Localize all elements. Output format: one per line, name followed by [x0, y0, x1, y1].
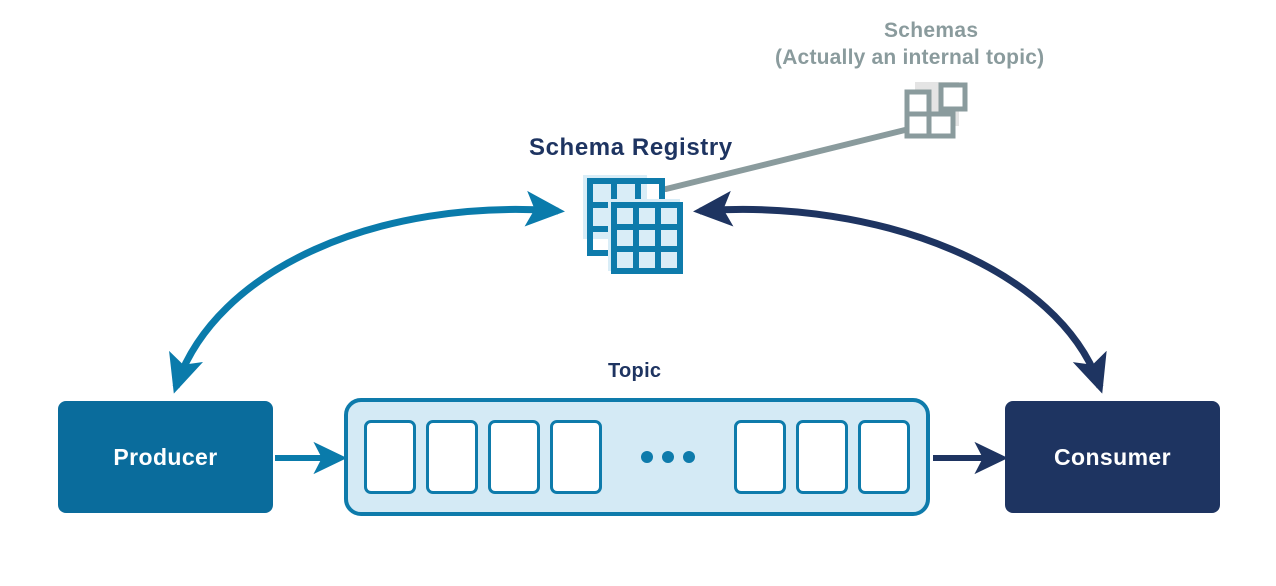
ellipsis-dot — [662, 451, 674, 463]
topic-partitions-left — [364, 420, 602, 494]
topic-node[interactable] — [344, 398, 930, 516]
topic-ellipsis — [602, 451, 734, 463]
producer-label: Producer — [113, 443, 218, 470]
topic-partitions-right — [734, 420, 910, 494]
schema-registry-label: Schema Registry — [529, 134, 733, 161]
consumer-label: Consumer — [1054, 443, 1171, 470]
topic-label: Topic — [608, 360, 662, 382]
consumer-registry-arrow — [693, 190, 1107, 394]
topic-partition[interactable] — [488, 420, 540, 494]
topic-partition[interactable] — [858, 420, 910, 494]
consumer-node[interactable]: Consumer — [1005, 401, 1220, 513]
schemas-subtitle: (Actually an internal topic) — [775, 46, 1045, 69]
topic-partition[interactable] — [364, 420, 416, 494]
ellipsis-dot — [641, 451, 653, 463]
ellipsis-dot — [683, 451, 695, 463]
topic-partition[interactable] — [734, 420, 786, 494]
schemas-icon — [904, 82, 968, 139]
topic-partition[interactable] — [426, 420, 478, 494]
topic-partition[interactable] — [796, 420, 848, 494]
schemas-title: Schemas — [884, 19, 979, 42]
topic-partition[interactable] — [550, 420, 602, 494]
diagram-canvas: Producer Consumer Schema Registry Topic … — [0, 0, 1276, 586]
producer-registry-arrow — [169, 190, 565, 394]
producer-node[interactable]: Producer — [58, 401, 273, 513]
